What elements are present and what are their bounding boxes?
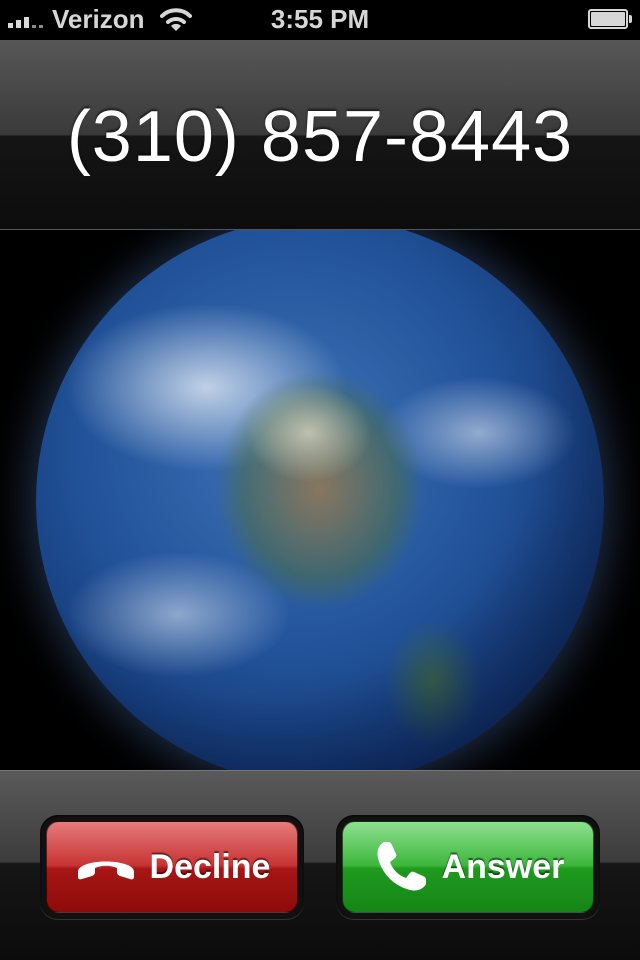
decline-button-well: Decline [40,815,304,919]
decline-label: Decline [149,847,271,886]
phone-hangup-icon [74,850,138,884]
decline-button[interactable]: Decline [46,821,298,913]
battery-icon [588,9,632,31]
call-action-bar: Decline Answer [0,770,640,960]
status-time: 3:55 PM [270,4,370,34]
status-bar: Verizon 3:55 PM [0,0,640,40]
earth-wallpaper [0,230,640,770]
phone-answer-icon [372,838,430,896]
caller-number: (310) 857-8443 [66,97,574,177]
answer-label: Answer [441,847,565,886]
earth-shading [36,230,604,770]
answer-button-well: Answer [336,815,600,919]
answer-button[interactable]: Answer [342,821,594,913]
